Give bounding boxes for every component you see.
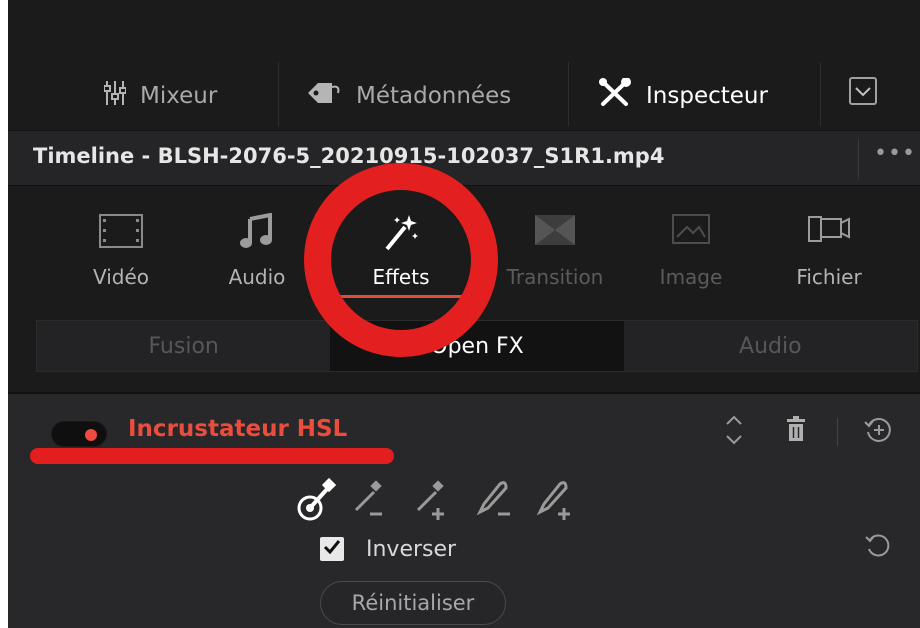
metadata-label: Métadonnées	[356, 83, 512, 109]
top-toolbar: Mixeur Métadonnées Inspecteur	[8, 62, 920, 128]
timeline-header: Timeline - BLSH-2076-5_20210915-102037_S…	[8, 130, 920, 186]
toolbar-divider	[820, 62, 821, 126]
reset-button[interactable]: Réinitialiser	[320, 581, 506, 625]
music-note-icon	[192, 213, 322, 253]
mixer-label: Mixeur	[140, 83, 218, 109]
header-divider	[858, 139, 859, 179]
image-icon	[626, 213, 756, 253]
eyedropper-minus-icon[interactable]	[352, 470, 392, 522]
mixer-button[interactable]: Mixeur	[103, 76, 218, 116]
toggle-knob	[85, 429, 97, 441]
camera-file-icon	[764, 213, 894, 253]
film-icon	[56, 213, 186, 253]
tab-file[interactable]: Fichier	[764, 207, 894, 293]
tab-file-label: Fichier	[796, 265, 862, 289]
invert-checkbox[interactable]	[320, 537, 344, 561]
eyedropper-tools	[296, 470, 636, 522]
invert-row: Inverser	[320, 532, 456, 566]
effects-subtabs: Fusion Open FX Audio	[36, 320, 918, 372]
subtab-audio[interactable]: Audio	[624, 321, 917, 371]
chevron-down-icon	[855, 82, 871, 101]
inspector-label: Inspecteur	[646, 83, 768, 109]
invert-label: Inverser	[366, 536, 457, 562]
subtab-open-fx[interactable]: Open FX	[330, 321, 624, 371]
metadata-tag-icon	[306, 79, 342, 113]
toolbar-divider	[278, 62, 279, 126]
tab-audio-label: Audio	[228, 265, 286, 289]
metadata-button[interactable]: Métadonnées	[306, 76, 511, 116]
reorder-chevrons-icon[interactable]	[724, 412, 744, 452]
tab-effects-label: Effets	[372, 265, 430, 289]
reset-add-icon[interactable]	[864, 416, 892, 448]
effect-enable-toggle[interactable]	[51, 421, 107, 447]
mixer-icon	[103, 79, 127, 113]
reset-icon[interactable]	[864, 532, 892, 564]
toolbar-divider	[568, 62, 569, 126]
softness-plus-icon[interactable]	[536, 470, 576, 522]
tab-image-label: Image	[659, 265, 723, 289]
active-tab-indicator	[336, 295, 464, 298]
inspector-tabs: Vidéo Audio Effets Transition Image Fich…	[8, 187, 920, 299]
annotation-underline	[30, 448, 394, 464]
inspector-tools-icon	[598, 77, 632, 114]
more-options-icon[interactable]: •••	[874, 141, 916, 166]
softness-minus-icon[interactable]	[476, 470, 516, 522]
inspector-button[interactable]: Inspecteur	[598, 76, 768, 116]
tab-audio[interactable]: Audio	[192, 207, 322, 293]
eyedropper-target-icon[interactable]	[296, 470, 337, 522]
subtab-fusion[interactable]: Fusion	[37, 321, 330, 371]
transition-icon	[490, 213, 620, 253]
checkmark-icon	[323, 539, 341, 559]
effect-panel: Incrustateur HSL Inverser Réinitialiser	[8, 394, 920, 628]
tab-image[interactable]: Image	[626, 207, 756, 293]
magic-wand-icon	[336, 213, 466, 253]
tab-transition[interactable]: Transition	[490, 207, 620, 293]
inspector-panel: Mixeur Métadonnées Inspecteur Timeline -…	[8, 0, 920, 628]
tab-effects[interactable]: Effets	[336, 207, 466, 293]
timeline-title: Timeline - BLSH-2076-5_20210915-102037_S…	[33, 144, 665, 168]
tab-transition-label: Transition	[506, 265, 604, 289]
eyedropper-plus-icon[interactable]	[414, 470, 454, 522]
effect-title: Incrustateur HSL	[128, 416, 348, 442]
header-icons-divider	[837, 418, 838, 446]
trash-icon[interactable]	[786, 416, 806, 446]
collapse-button[interactable]	[849, 77, 877, 105]
tab-video-label: Vidéo	[92, 265, 150, 289]
tab-video[interactable]: Vidéo	[56, 207, 186, 293]
